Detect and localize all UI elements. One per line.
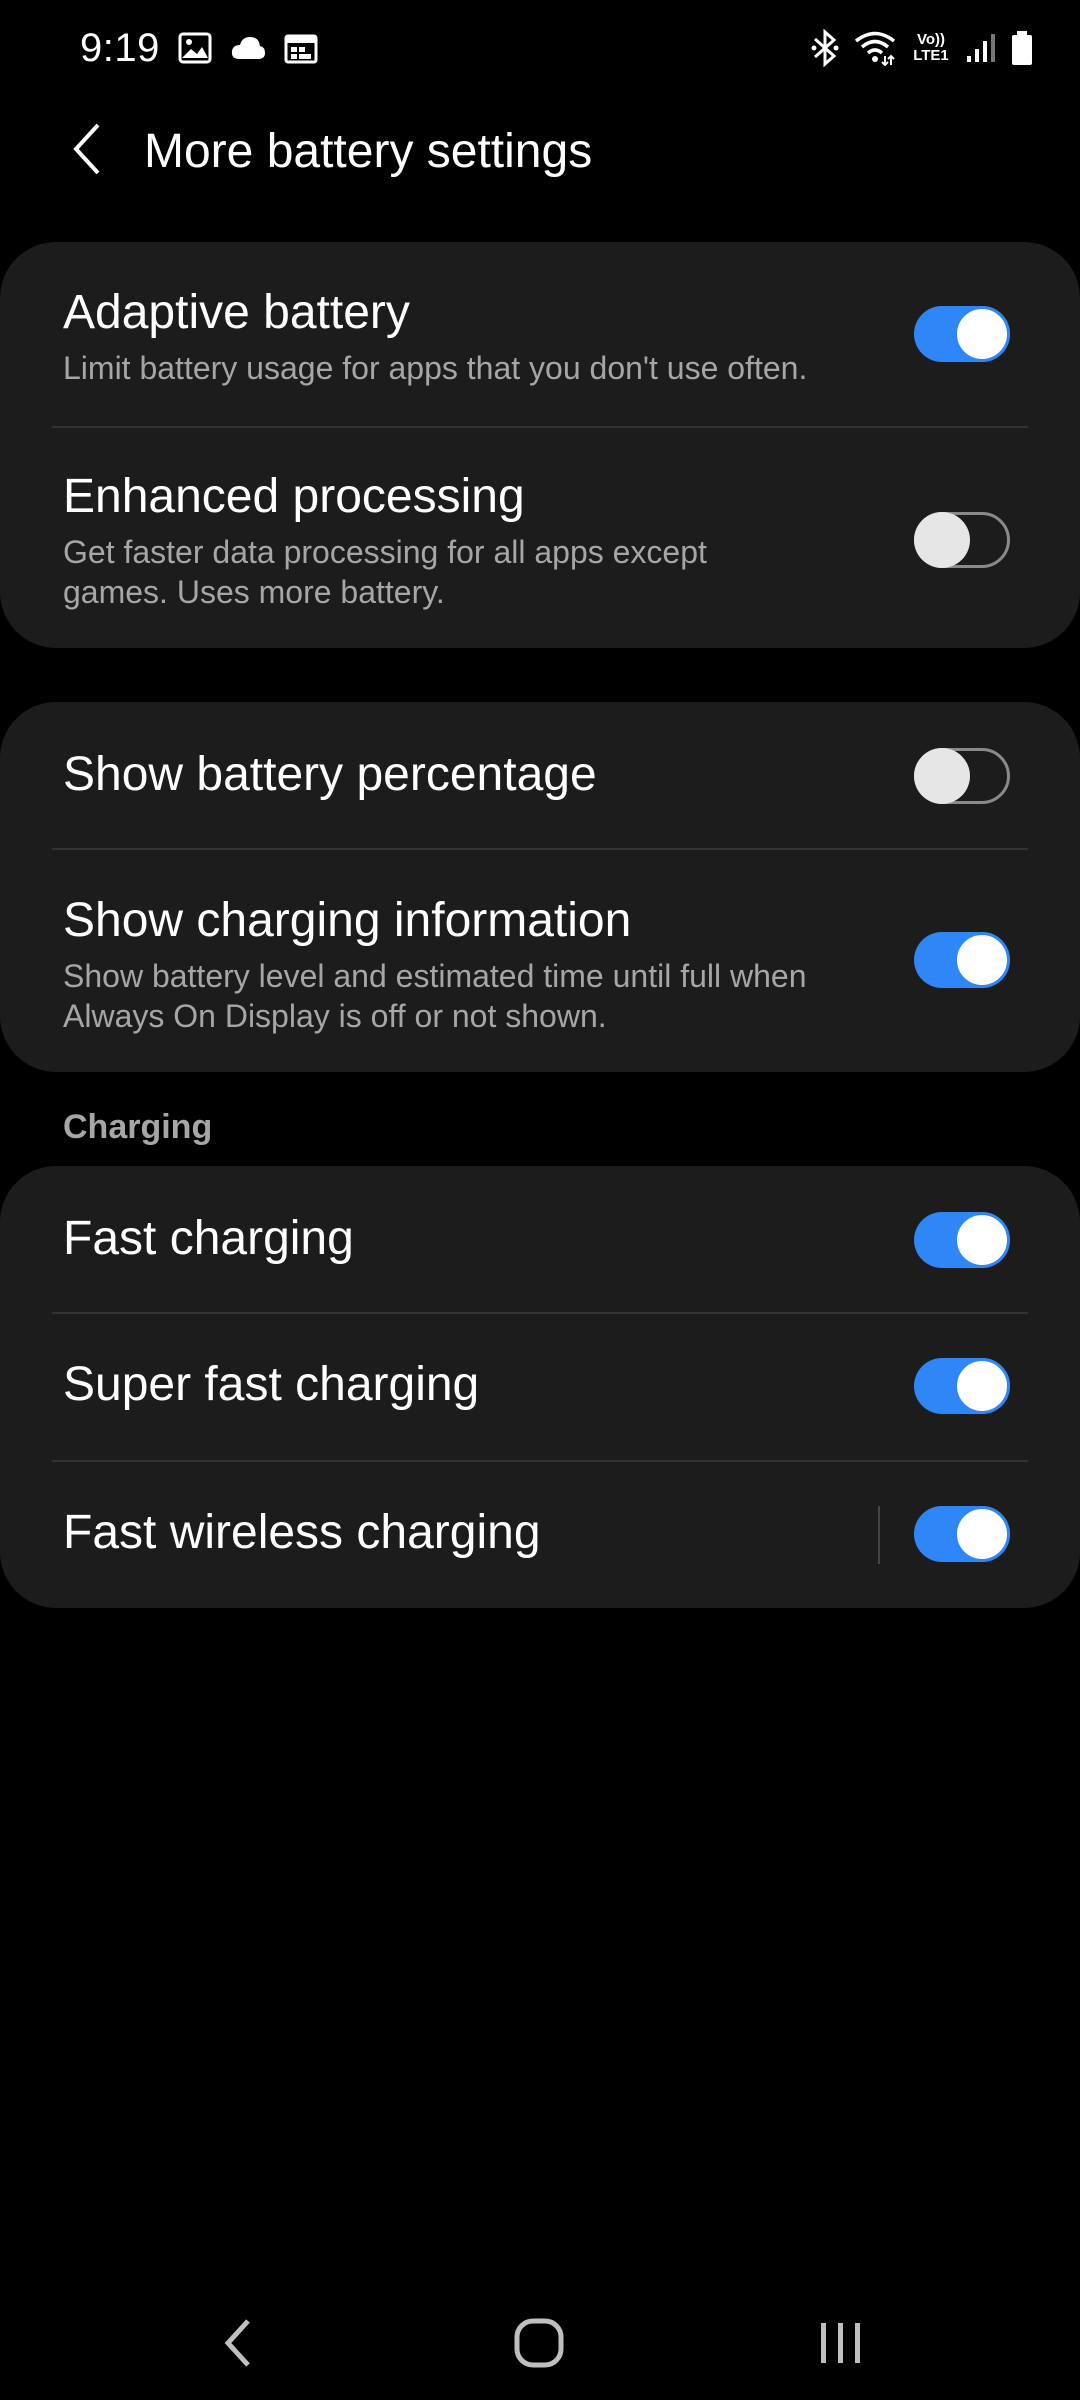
nav-back-button[interactable] (192, 2300, 282, 2390)
setting-subtitle: Get faster data processing for all apps … (63, 534, 707, 610)
fast-charging-toggle[interactable] (914, 1212, 1010, 1268)
vertical-separator (878, 1506, 880, 1564)
status-time: 9:19 (80, 25, 160, 70)
status-right: Vo)) LTE1 (810, 29, 1034, 67)
setting-title: Show battery percentage (63, 748, 597, 801)
setting-title: Super fast charging (63, 1358, 480, 1411)
setting-row-show-battery-percentage[interactable]: Show battery percentage (0, 702, 1080, 848)
settings-card-charging: Fast charging Super fast charging Fast w… (0, 1166, 1080, 1608)
status-bar: 9:19 Vo)) LTE1 (0, 0, 1080, 96)
setting-subtitle: Limit battery usage for apps that you do… (63, 350, 808, 386)
setting-title: Adaptive battery (63, 286, 410, 339)
app-header: More battery settings (0, 96, 1080, 206)
toggle-knob (954, 306, 1010, 362)
toggle-knob (954, 932, 1010, 988)
toggle-knob (954, 1358, 1010, 1414)
setting-text: Super fast charging (63, 1356, 883, 1414)
setting-row-fast-wireless-charging[interactable]: Fast wireless charging (0, 1462, 1080, 1608)
signal-icon (966, 32, 996, 64)
wifi-icon (854, 30, 896, 66)
toggle-knob (914, 748, 970, 804)
setting-text: Enhanced processing Get faster data proc… (63, 468, 803, 612)
fast-wireless-charging-toggle[interactable] (914, 1506, 1010, 1562)
setting-title: Fast wireless charging (63, 1506, 541, 1559)
section-header-charging: Charging (63, 1108, 213, 1146)
setting-text: Show battery percentage (63, 746, 883, 804)
toggle-knob (954, 1506, 1010, 1562)
back-nav-icon (220, 2317, 254, 2374)
bluetooth-icon (810, 29, 840, 67)
battery-icon (1010, 30, 1034, 66)
setting-text: Fast wireless charging (63, 1504, 883, 1562)
nav-recents-button[interactable] (796, 2300, 886, 2390)
lte-label: LTE1 (913, 47, 949, 64)
page-title: More battery settings (144, 124, 593, 178)
setting-row-super-fast-charging[interactable]: Super fast charging (0, 1314, 1080, 1460)
volte-label: Vo)) (916, 31, 946, 48)
setting-row-fast-charging[interactable]: Fast charging (0, 1166, 1080, 1312)
adaptive-battery-toggle[interactable] (914, 306, 1010, 362)
show-battery-percentage-toggle[interactable] (914, 748, 1010, 804)
nav-home-button[interactable] (494, 2300, 584, 2390)
chevron-left-icon (68, 121, 108, 182)
setting-subtitle: Show battery level and estimated time un… (63, 958, 807, 1034)
setting-title: Enhanced processing (63, 470, 525, 523)
setting-row-enhanced-processing[interactable]: Enhanced processing Get faster data proc… (0, 428, 1080, 648)
recents-nav-icon (815, 2319, 867, 2372)
setting-text: Fast charging (63, 1210, 883, 1268)
settings-card-battery: Adaptive battery Limit battery usage for… (0, 242, 1080, 648)
setting-text: Adaptive battery Limit battery usage for… (63, 284, 883, 388)
toggle-knob (954, 1212, 1010, 1268)
setting-title: Fast charging (63, 1212, 354, 1265)
toggle-knob (914, 512, 970, 568)
show-charging-information-toggle[interactable] (914, 932, 1010, 988)
volte-lte-icon: Vo)) LTE1 (910, 32, 952, 64)
back-button[interactable] (40, 103, 136, 199)
calendar-icon (284, 32, 318, 64)
image-icon (178, 32, 212, 64)
enhanced-processing-toggle[interactable] (914, 512, 1010, 568)
setting-row-show-charging-information[interactable]: Show charging information Show battery l… (0, 850, 1080, 1072)
setting-row-adaptive-battery[interactable]: Adaptive battery Limit battery usage for… (0, 242, 1080, 424)
status-left: 9:19 (80, 26, 318, 71)
setting-text: Show charging information Show battery l… (63, 892, 883, 1036)
home-nav-icon (513, 2317, 565, 2374)
cloud-icon (230, 35, 266, 61)
navigation-bar (0, 2280, 1080, 2400)
setting-title: Show charging information (63, 894, 632, 947)
settings-card-display: Show battery percentage Show charging in… (0, 702, 1080, 1072)
super-fast-charging-toggle[interactable] (914, 1358, 1010, 1414)
